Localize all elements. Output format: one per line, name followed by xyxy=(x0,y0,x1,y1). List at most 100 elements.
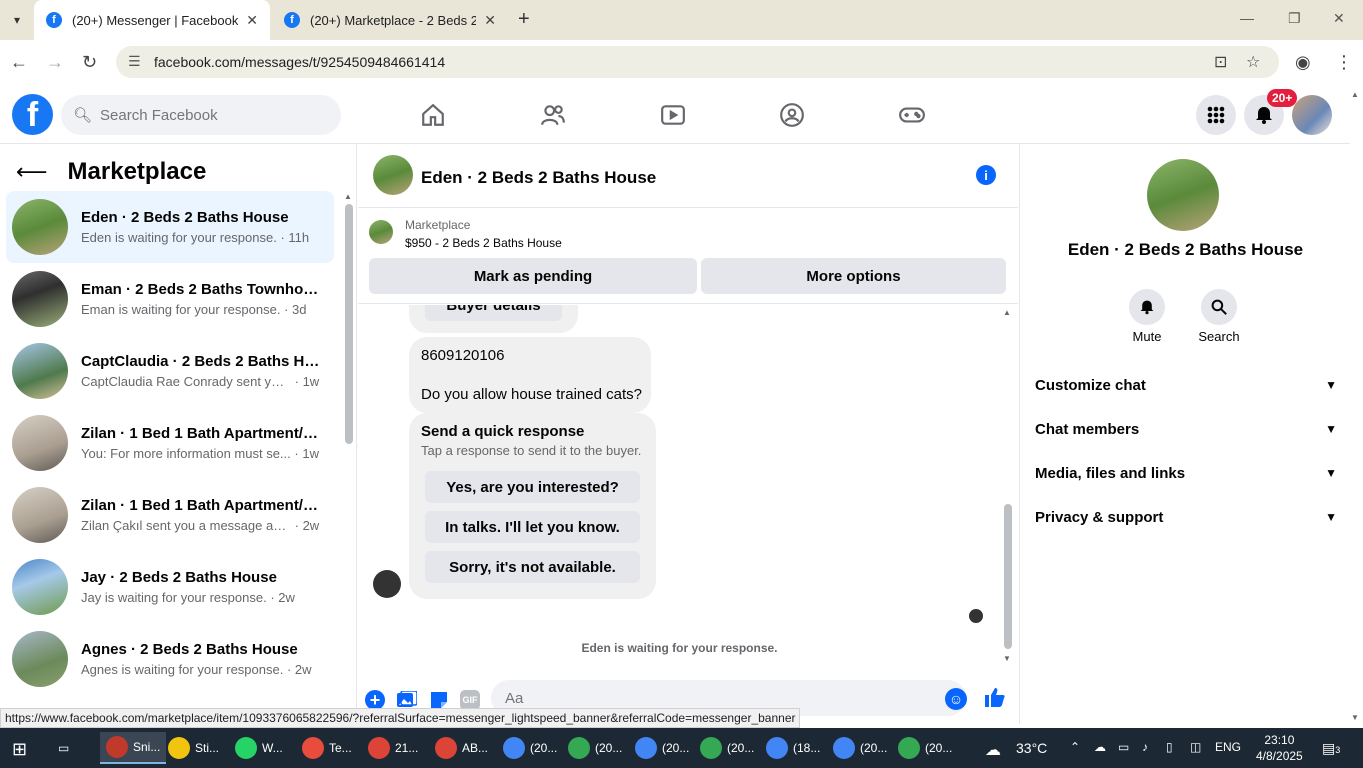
minimize-icon[interactable]: — xyxy=(1240,10,1254,26)
notification-center-icon[interactable]: ▤3 xyxy=(1322,740,1340,757)
quick-reply-in-talks-button[interactable]: In talks. I'll let you know. xyxy=(425,511,640,543)
page-scroll-up-icon[interactable]: ▲ xyxy=(1351,90,1359,99)
quick-response-bubble: Send a quick response Tap a response to … xyxy=(409,413,656,599)
taskbar-app-4[interactable]: 21... xyxy=(368,732,418,764)
mute-button[interactable] xyxy=(1129,289,1165,325)
browser-tab-marketplace[interactable]: f (20+) Marketplace - 2 Beds 2 Ba ✕ xyxy=(272,0,508,40)
back-icon[interactable]: ← xyxy=(10,52,28,73)
chat-avatar[interactable] xyxy=(373,155,413,195)
friends-icon[interactable] xyxy=(538,100,568,130)
taskbar-clock[interactable]: 23:10 4/8/2025 xyxy=(1256,732,1303,764)
taskbar-app-1[interactable]: Sti... xyxy=(168,732,219,764)
chat-title[interactable]: Eden · 2 Beds 2 Baths House xyxy=(421,168,656,188)
plus-icon[interactable]: + xyxy=(365,690,385,710)
battery-icon[interactable]: ▯ xyxy=(1166,740,1173,754)
message-bubble: Buyer details xyxy=(409,305,578,333)
weather-icon[interactable]: ☁ xyxy=(985,740,1001,760)
conversation-item-eman[interactable]: Eman · 2 Beds 2 Baths Townhouse Eman is … xyxy=(6,263,334,335)
volume-icon[interactable]: ♪ xyxy=(1142,740,1148,754)
emoji-icon[interactable]: ☺ xyxy=(945,688,967,710)
conversation-item-eden[interactable]: Eden · 2 Beds 2 Baths House Eden is wait… xyxy=(6,191,334,263)
info-icon[interactable]: i xyxy=(976,165,996,185)
onedrive-icon[interactable]: ☁ xyxy=(1094,740,1106,754)
quick-reply-interested-button[interactable]: Yes, are you interested? xyxy=(425,471,640,503)
more-options-button[interactable]: More options xyxy=(701,258,1006,294)
groups-icon[interactable] xyxy=(777,100,807,130)
taskbar-app-11[interactable]: (20... xyxy=(833,732,887,764)
mark-as-pending-button[interactable]: Mark as pending xyxy=(369,258,697,294)
media-files-links-section[interactable]: Media, files and links ▼ xyxy=(1035,455,1337,491)
close-window-icon[interactable]: ✕ xyxy=(1333,10,1345,27)
site-info-icon[interactable]: ☰ xyxy=(128,53,141,70)
thumbs-up-icon[interactable] xyxy=(984,686,1006,714)
restore-icon[interactable]: ❐ xyxy=(1288,10,1301,27)
taskbar-app-label: Sni... xyxy=(133,740,161,754)
sticker-icon[interactable] xyxy=(429,690,449,710)
search-conversation-button[interactable] xyxy=(1201,289,1237,325)
listing-avatar-large[interactable] xyxy=(1147,159,1219,231)
taskbar-app-icon xyxy=(898,737,920,759)
conversation-item-jay[interactable]: Jay · 2 Beds 2 Baths House Jay is waitin… xyxy=(6,551,334,623)
message-input[interactable] xyxy=(505,689,905,707)
conversation-list-scrollbar[interactable] xyxy=(345,204,353,444)
taskbar-app-10[interactable]: (18... xyxy=(766,732,820,764)
reload-icon[interactable]: ↻ xyxy=(82,52,97,73)
listing-thumbnail[interactable] xyxy=(369,220,393,244)
close-tab-icon[interactable]: ✕ xyxy=(246,12,258,29)
taskbar-app-2[interactable]: W... xyxy=(235,732,283,764)
menu-grid-icon[interactable] xyxy=(1196,95,1236,135)
windows-start-icon[interactable]: ⊞ xyxy=(12,739,27,760)
listing-price-title[interactable]: $950 - 2 Beds 2 Baths House xyxy=(405,236,562,250)
scroll-up-arrow-icon[interactable]: ▲ xyxy=(344,192,352,201)
browser-menu-icon[interactable]: ⋮ xyxy=(1335,52,1353,73)
facebook-search-input[interactable] xyxy=(100,106,321,124)
facebook-search[interactable]: 🔍︎ xyxy=(61,95,341,135)
language-indicator[interactable]: ENG xyxy=(1215,740,1241,754)
task-view-icon[interactable]: ▭ xyxy=(58,732,69,764)
chat-members-section[interactable]: Chat members ▼ xyxy=(1035,411,1337,447)
profile-icon[interactable]: ◉ xyxy=(1295,52,1311,73)
customize-chat-section[interactable]: Customize chat ▼ xyxy=(1035,367,1337,403)
network-icon[interactable]: ▭ xyxy=(1118,740,1129,754)
taskbar-app-5[interactable]: AB... xyxy=(435,732,488,764)
privacy-support-section[interactable]: Privacy & support ▼ xyxy=(1035,499,1337,535)
taskbar-app-7[interactable]: (20... xyxy=(568,732,622,764)
buyer-details-button[interactable]: Buyer details xyxy=(425,305,562,321)
facebook-logo[interactable]: f xyxy=(12,94,53,135)
gif-icon[interactable]: GIF xyxy=(460,690,480,710)
close-tab-icon[interactable]: ✕ xyxy=(484,12,496,29)
image-attach-icon[interactable] xyxy=(397,690,417,710)
forward-icon[interactable]: → xyxy=(46,52,64,73)
url-bar[interactable]: ☰ facebook.com/messages/t/92545094846614… xyxy=(116,46,1279,78)
chat-scrollbar[interactable] xyxy=(1004,504,1012,649)
weather-temp[interactable]: 33°C xyxy=(1016,740,1047,756)
taskbar-app-8[interactable]: (20... xyxy=(635,732,689,764)
gaming-icon[interactable] xyxy=(897,100,927,130)
scroll-up-arrow-icon[interactable]: ▲ xyxy=(1003,308,1011,317)
tray-chevron-icon[interactable]: ⌃ xyxy=(1070,740,1080,754)
taskbar-app-0[interactable]: Sni... xyxy=(100,732,167,764)
display-icon[interactable]: ◫ xyxy=(1190,740,1201,754)
mute-label: Mute xyxy=(1132,329,1162,344)
browser-tab-messenger[interactable]: f (20+) Messenger | Facebook ✕ xyxy=(34,0,270,40)
conversation-item-captclaudia[interactable]: CaptClaudia · 2 Beds 2 Baths Ho... CaptC… xyxy=(6,335,334,407)
home-icon[interactable] xyxy=(418,100,448,130)
sender-avatar[interactable] xyxy=(373,570,401,598)
conversation-item-agnes[interactable]: Agnes · 2 Beds 2 Baths House Agnes is wa… xyxy=(6,623,334,695)
account-avatar[interactable] xyxy=(1292,95,1332,135)
taskbar-app-9[interactable]: (20... xyxy=(700,732,754,764)
new-tab-icon[interactable]: + xyxy=(518,8,530,31)
quick-reply-not-available-button[interactable]: Sorry, it's not available. xyxy=(425,551,640,583)
bookmark-star-icon[interactable]: ☆ xyxy=(1246,52,1260,72)
back-arrow-icon[interactable]: ⟵ xyxy=(16,159,48,185)
taskbar-app-12[interactable]: (20... xyxy=(898,732,952,764)
conversation-item-zilan-2[interactable]: Zilan · 1 Bed 1 Bath Apartment/c... Zila… xyxy=(6,479,334,551)
tab-search-icon[interactable]: ▾ xyxy=(6,10,28,30)
taskbar-app-3[interactable]: Te... xyxy=(302,732,352,764)
page-scroll-down-icon[interactable]: ▼ xyxy=(1351,713,1359,722)
install-app-icon[interactable]: ⊡ xyxy=(1214,52,1227,72)
conversation-item-zilan-1[interactable]: Zilan · 1 Bed 1 Bath Apartment/c... You:… xyxy=(6,407,334,479)
video-icon[interactable] xyxy=(658,100,688,130)
taskbar-app-6[interactable]: (20... xyxy=(503,732,557,764)
scroll-down-arrow-icon[interactable]: ▼ xyxy=(1003,654,1011,663)
